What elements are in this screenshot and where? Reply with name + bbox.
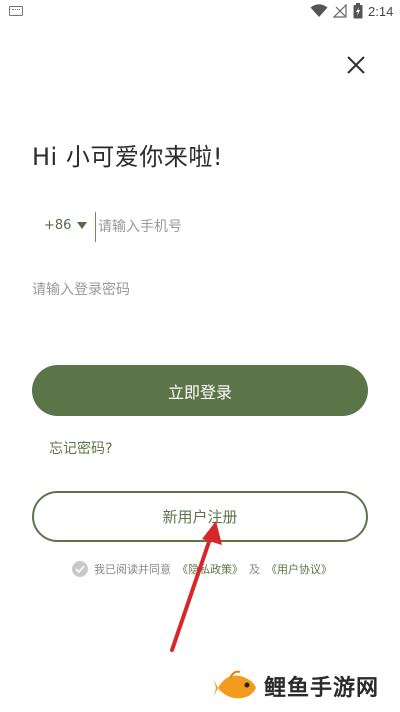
user-agreement-link[interactable]: 《用户协议》 [266, 561, 332, 577]
agreement-row: 我已阅读并同意 《隐私政策》 及 《用户协议》 [72, 561, 332, 577]
forgot-password-link[interactable]: 忘记密码? [49, 438, 112, 458]
watermark: 鲤鱼手游网 [214, 666, 379, 706]
agreement-joiner: 及 [249, 563, 260, 576]
privacy-policy-link[interactable]: 《隐私政策》 [177, 561, 243, 577]
close-button[interactable] [344, 53, 368, 77]
check-icon [75, 565, 85, 573]
no-signal-icon [333, 4, 347, 18]
battery-icon [353, 3, 363, 19]
caret-down-icon [77, 222, 88, 229]
close-icon [347, 56, 365, 74]
phone-input[interactable] [95, 212, 360, 242]
clock: 2:14 [368, 4, 394, 19]
page-title: Hi 小可爱你来啦! [32, 143, 223, 171]
keyboard-icon [9, 6, 23, 16]
carp-logo-icon [214, 670, 256, 699]
register-button[interactable]: 新用户注册 [32, 491, 368, 542]
agreement-prefix: 我已阅读并同意 [94, 563, 171, 576]
password-input[interactable] [32, 276, 332, 304]
agreement-checkbox[interactable] [72, 561, 88, 577]
watermark-text: 鲤鱼手游网 [264, 676, 380, 701]
country-code-label: +86 [44, 218, 72, 233]
status-bar: 2:14 [0, 0, 400, 24]
wifi-icon [310, 4, 328, 17]
country-code-selector[interactable]: +86 [44, 218, 88, 233]
login-button[interactable]: 立即登录 [32, 365, 368, 416]
